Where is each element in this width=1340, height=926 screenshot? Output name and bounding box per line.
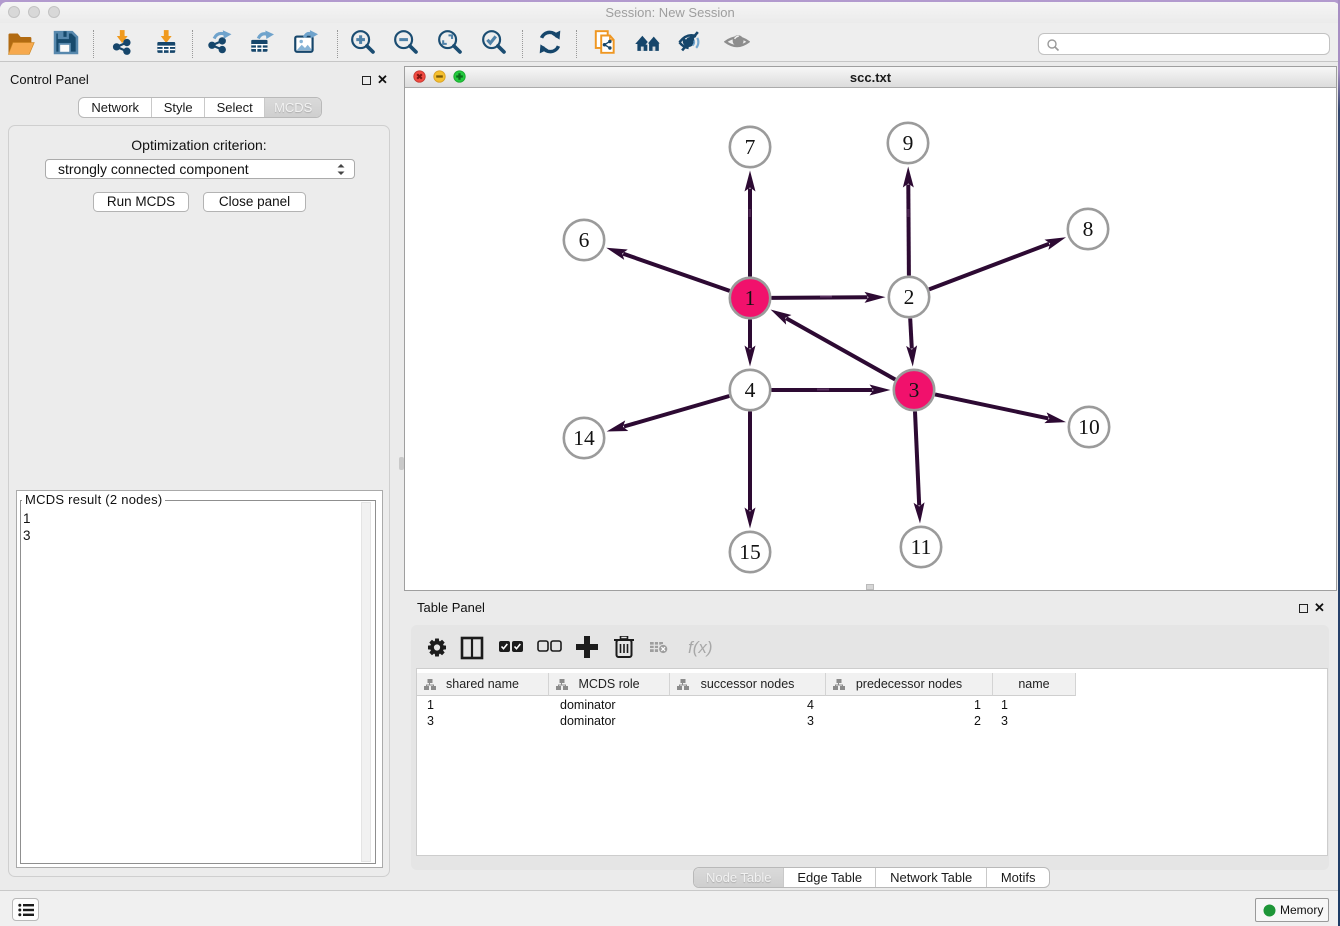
svg-text:15: 15 <box>739 540 761 564</box>
svg-text:14: 14 <box>573 426 595 450</box>
svg-text:9: 9 <box>903 131 914 155</box>
svg-text:8: 8 <box>1083 217 1094 241</box>
svg-text:3: 3 <box>909 378 920 402</box>
svg-text:11: 11 <box>911 535 932 559</box>
svg-text:6: 6 <box>579 228 590 252</box>
svg-text:1: 1 <box>745 286 756 310</box>
svg-text:f(x): f(x) <box>688 638 713 657</box>
svg-text:4: 4 <box>745 378 756 402</box>
svg-text:2: 2 <box>904 285 915 309</box>
svg-text:10: 10 <box>1078 415 1100 439</box>
svg-text:7: 7 <box>745 135 756 159</box>
